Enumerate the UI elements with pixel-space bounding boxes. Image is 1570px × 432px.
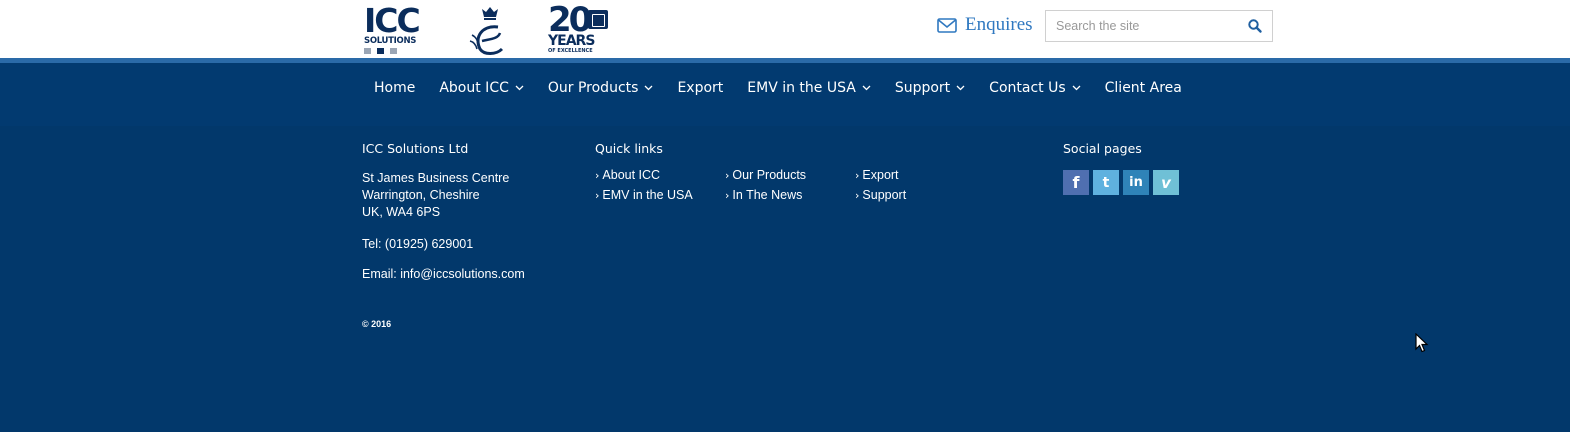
company-email[interactable]: Email: info@iccsolutions.com [362, 266, 525, 283]
copyright-text: © 2016 [362, 319, 392, 329]
chevron-down-icon [1072, 85, 1081, 91]
quick-link-label: In The News [732, 188, 803, 202]
logo-excellence-text: OF EXCELLENCE [548, 48, 593, 54]
nav-label: Home [374, 80, 416, 96]
quick-link-label: Export [862, 168, 899, 182]
mouse-cursor-icon [1415, 333, 1429, 353]
search-icon[interactable] [1247, 18, 1263, 34]
logo-years-word: YEARS [548, 33, 595, 49]
logo-dots [364, 48, 430, 54]
company-heading: ICC Solutions Ltd [362, 141, 469, 156]
quick-link-label: Support [862, 188, 907, 202]
nav-export[interactable]: Export [665, 80, 735, 96]
quick-link-about-icc[interactable]: › About ICC [595, 168, 660, 182]
quick-link-export[interactable]: › Export [855, 168, 899, 182]
nav-client-area[interactable]: Client Area [1093, 80, 1194, 96]
quick-link-support[interactable]: › Support [855, 188, 906, 202]
company-address: St James Business Centre Warrington, Che… [362, 170, 509, 221]
main-nav: Home About ICC Our Products Export EMV i… [362, 70, 1194, 106]
chevron-right-icon: › [595, 168, 600, 182]
search-input[interactable] [1046, 11, 1242, 41]
enquires-label: Enquires [965, 14, 1033, 35]
nav-about-icc[interactable]: About ICC [427, 80, 536, 96]
address-line: UK, WA4 6PS [362, 205, 441, 219]
nav-label: EMV in the USA [747, 80, 856, 96]
address-line: St James Business Centre [362, 171, 510, 185]
chevron-right-icon: › [725, 168, 730, 182]
vimeo-icon[interactable]: v [1153, 170, 1179, 195]
quick-link-emv-usa[interactable]: › EMV in the USA [595, 188, 693, 202]
queens-award-logo [468, 5, 512, 55]
envelope-icon [937, 17, 957, 33]
quick-link-label: About ICC [602, 168, 661, 182]
enquires-link[interactable]: Enquires [937, 14, 1033, 36]
linkedin-icon[interactable]: in [1123, 170, 1149, 195]
nav-emv-usa[interactable]: EMV in the USA [735, 80, 883, 96]
chevron-right-icon: › [855, 168, 860, 182]
quick-links-heading: Quick links [595, 141, 663, 156]
nav-label: Export [677, 80, 724, 96]
header-accent-line [0, 58, 1570, 63]
chevron-right-icon: › [855, 188, 860, 202]
chevron-down-icon [956, 85, 965, 91]
logo-icc-text: ICC [364, 1, 421, 40]
chevron-down-icon [644, 85, 653, 91]
facebook-icon[interactable]: f [1063, 170, 1089, 195]
book-icon [588, 10, 608, 29]
social-icons: f t in v [1063, 170, 1179, 195]
nav-our-products[interactable]: Our Products [536, 80, 666, 96]
top-header: ICC SOLUTIONS 20 YEARS OF EXCELLENCE Enq… [0, 0, 1570, 58]
nav-support[interactable]: Support [883, 80, 977, 96]
nav-label: Support [894, 80, 951, 96]
nav-label: Our Products [547, 80, 639, 96]
quick-link-in-the-news[interactable]: › In The News [725, 188, 802, 202]
chevron-right-icon: › [595, 188, 600, 202]
nav-label: About ICC [439, 80, 509, 96]
nav-label: Contact Us [989, 80, 1066, 96]
nav-home[interactable]: Home [362, 80, 427, 96]
twitter-icon[interactable]: t [1093, 170, 1119, 195]
nav-label: Client Area [1104, 80, 1182, 96]
chevron-down-icon [862, 85, 871, 91]
nav-contact-us[interactable]: Contact Us [977, 80, 1092, 96]
quick-link-our-products[interactable]: › Our Products [725, 168, 806, 182]
quick-link-label: EMV in the USA [602, 188, 693, 202]
twenty-years-logo: 20 YEARS OF EXCELLENCE [548, 3, 612, 55]
logo-solutions-text: SOLUTIONS [364, 36, 417, 46]
chevron-right-icon: › [725, 188, 730, 202]
social-heading: Social pages [1063, 141, 1142, 156]
company-tel[interactable]: Tel: (01925) 629001 [362, 236, 473, 253]
icc-solutions-logo[interactable]: ICC SOLUTIONS [364, 1, 430, 55]
chevron-down-icon [515, 85, 524, 91]
search-box [1045, 10, 1273, 42]
address-line: Warrington, Cheshire [362, 188, 480, 202]
quick-link-label: Our Products [732, 168, 807, 182]
